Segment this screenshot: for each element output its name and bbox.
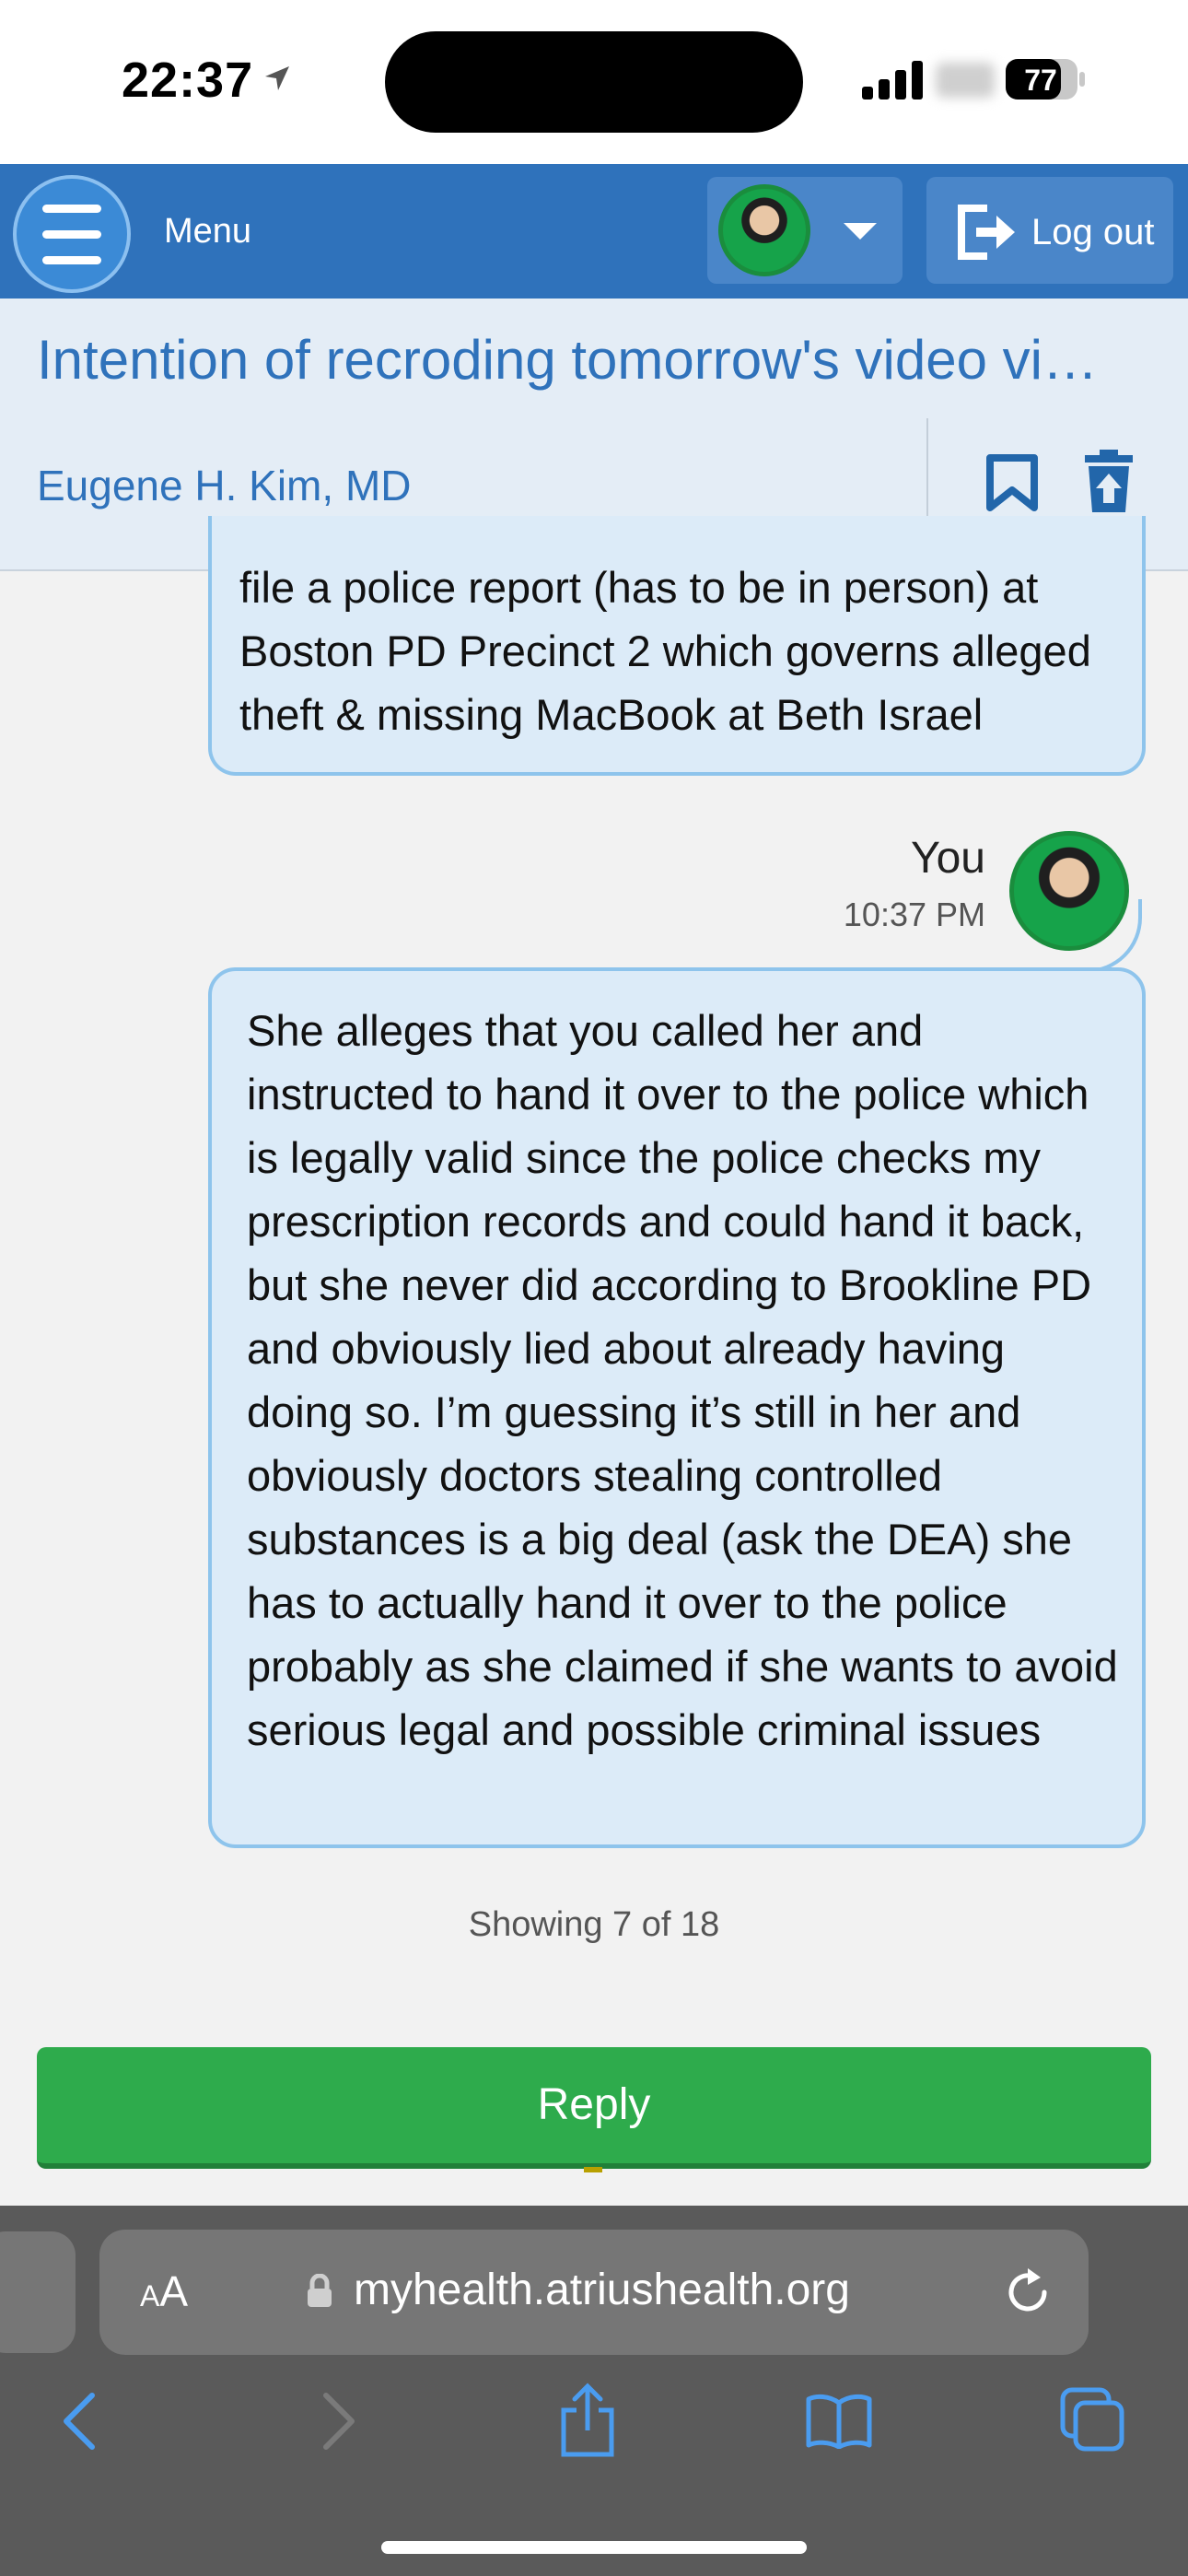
message-bubble: She alleges that you called her and inst…: [208, 967, 1146, 1848]
menu-button[interactable]: [13, 175, 131, 293]
app-header: Menu Log out: [0, 164, 1188, 299]
back-icon[interactable]: [57, 2390, 101, 2453]
message-text: She alleges that you called her and inst…: [247, 1006, 1118, 1754]
location-arrow-icon: [265, 66, 289, 90]
conversation-sender[interactable]: Eugene H. Kim, MD: [37, 461, 411, 510]
hamburger-icon-line: [42, 256, 101, 264]
pagination-status: Showing 7 of 18: [468, 1905, 720, 1944]
logout-label: Log out: [1031, 212, 1155, 252]
battery-level: 77: [1024, 64, 1057, 97]
dynamic-island: [385, 31, 803, 133]
bookmark-icon[interactable]: [985, 453, 1039, 512]
user-menu-button[interactable]: [707, 177, 903, 284]
reload-icon[interactable]: [1002, 2266, 1054, 2318]
aa-large: A: [159, 2267, 189, 2315]
reply-button[interactable]: Reply: [37, 2047, 1151, 2169]
home-indicator: [381, 2541, 807, 2554]
tabs-icon[interactable]: [1059, 2386, 1125, 2453]
message-sender: You: [911, 834, 985, 883]
lock-icon: [308, 2274, 332, 2307]
logout-icon: [958, 205, 1015, 260]
forward-icon[interactable]: [317, 2390, 361, 2453]
battery-icon: 77: [1006, 59, 1085, 100]
message-time: 10:37 PM: [843, 896, 985, 933]
hamburger-icon-line: [42, 230, 101, 239]
focus-indicator: [584, 2167, 602, 2172]
previous-tab-preview[interactable]: [0, 2231, 76, 2353]
sender-avatar: [1009, 831, 1129, 951]
reader-settings-button[interactable]: AA: [140, 2266, 188, 2316]
signal-bars-icon: [862, 61, 923, 100]
trash-restore-icon[interactable]: [1083, 450, 1135, 514]
message-text: file a police report (has to be in perso…: [239, 568, 1091, 739]
chevron-down-icon: [844, 223, 877, 240]
screen: 22:37 77 Menu Log out Intention of recro…: [0, 0, 1188, 2576]
hamburger-icon-line: [42, 205, 101, 213]
message-clip: file a police report (has to be in perso…: [239, 568, 1133, 767]
status-time: 22:37: [122, 53, 254, 108]
url-text[interactable]: myhealth.atriushealth.org: [354, 2265, 850, 2315]
conversation-subject: Intention of recroding tomorrow's video …: [37, 329, 1098, 391]
browser-toolbar: AA myhealth.atriushealth.org: [0, 2206, 1188, 2576]
address-bar[interactable]: AA myhealth.atriushealth.org: [99, 2230, 1089, 2355]
menu-label[interactable]: Menu: [164, 212, 251, 252]
logout-button[interactable]: Log out: [926, 177, 1173, 284]
aa-small: A: [140, 2279, 160, 2313]
status-bar: 22:37 77: [0, 0, 1188, 164]
carrier-label-blurred: [936, 63, 995, 98]
share-icon[interactable]: [558, 2383, 617, 2458]
message-bubble: file a police report (has to be in perso…: [208, 516, 1146, 776]
bookmarks-icon[interactable]: [805, 2394, 873, 2449]
user-avatar: [718, 184, 810, 276]
